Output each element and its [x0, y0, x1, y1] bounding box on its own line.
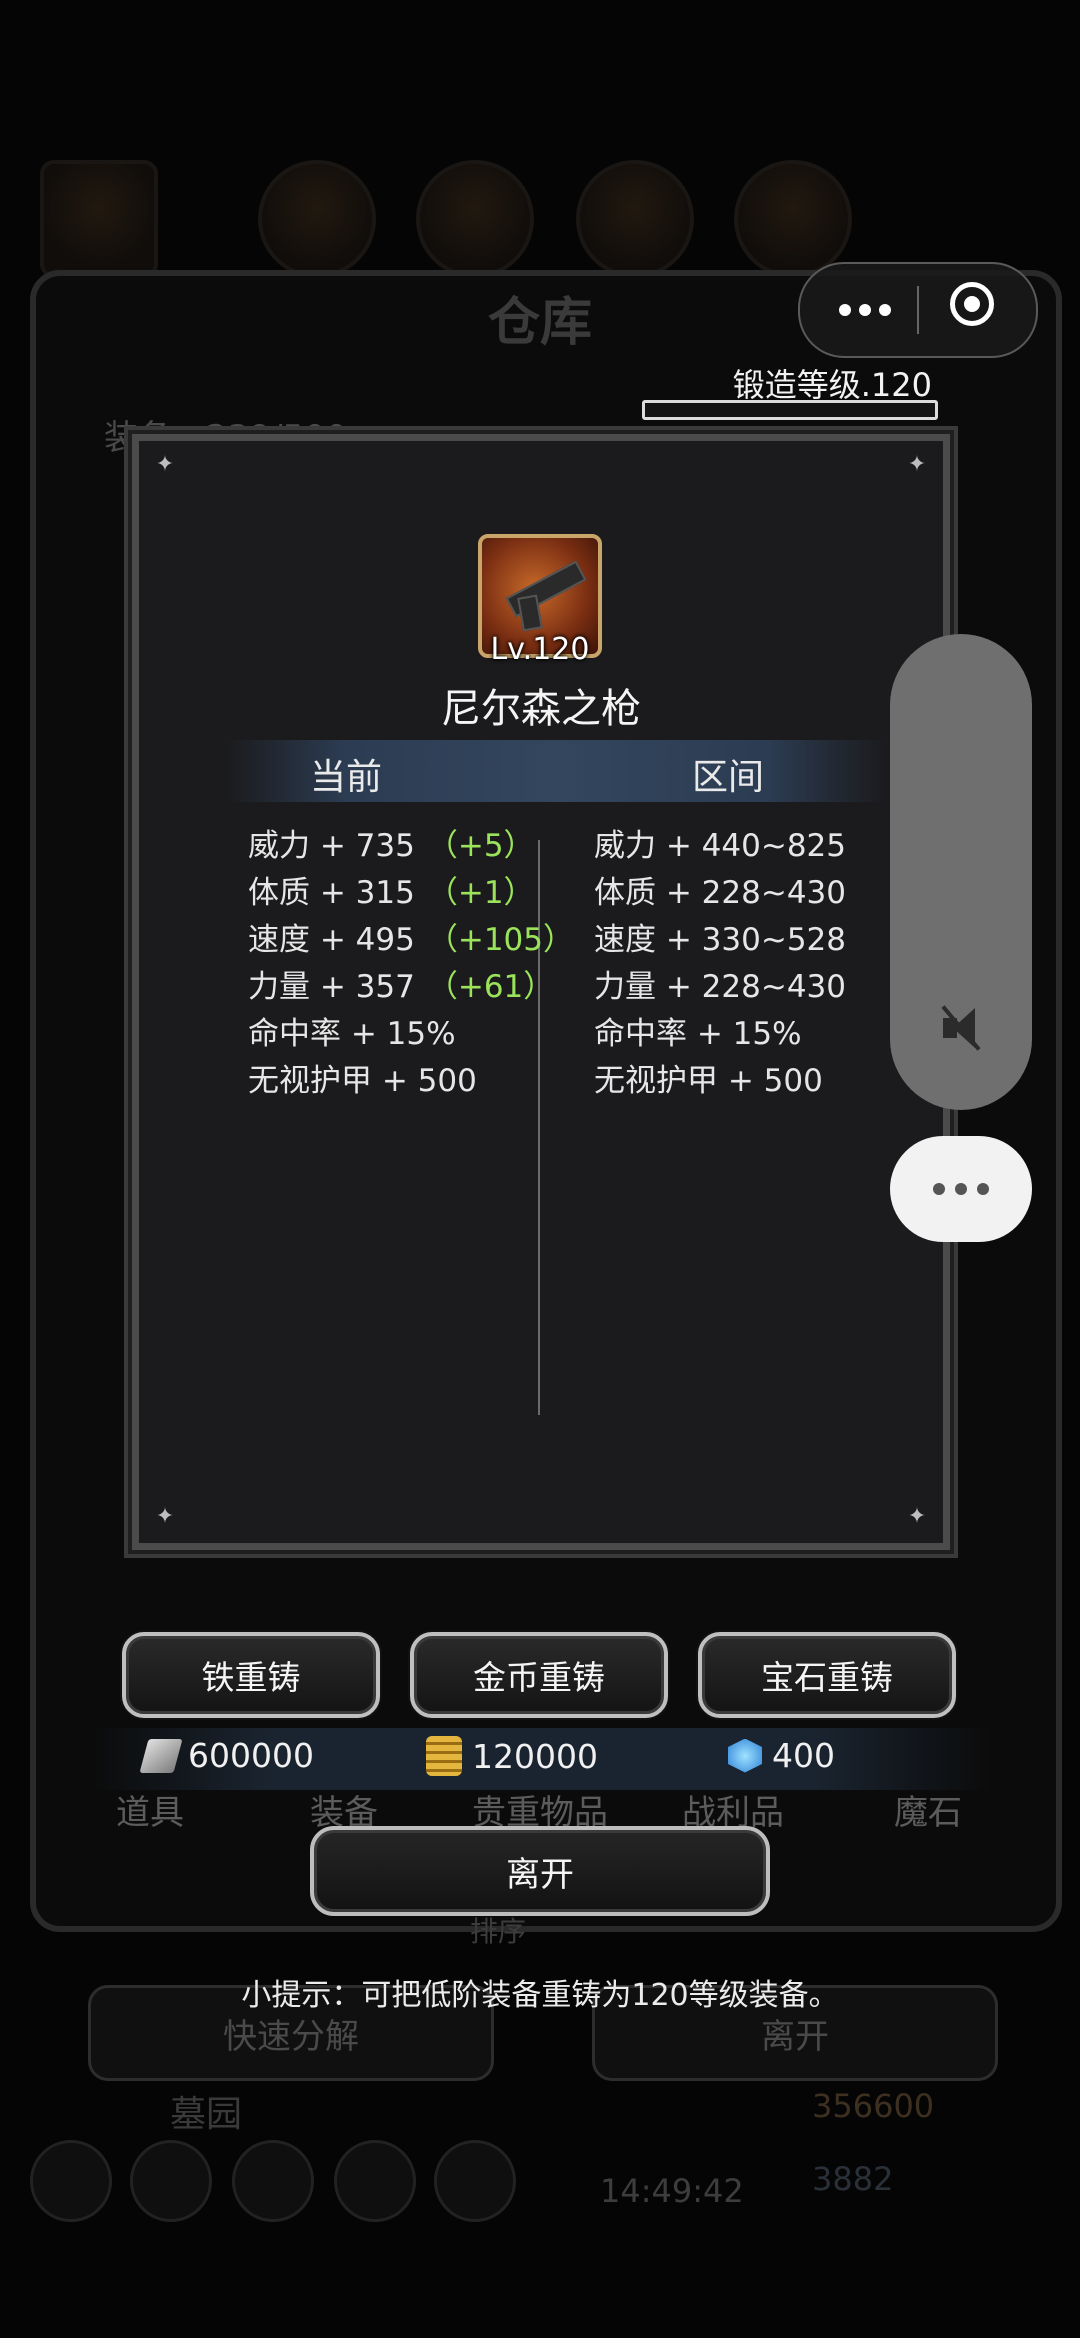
range-stat-row: 力量 + 228~430	[594, 969, 846, 1005]
item-name: 尼尔森之枪	[441, 686, 641, 732]
range-stat-row: 速度 + 330~528	[594, 922, 846, 958]
iron-currency: 600000	[139, 1736, 314, 1775]
bg-gem-count: 3882	[812, 2160, 894, 2198]
bg-nav-icon[interactable]	[130, 2140, 212, 2222]
sparkle-icon: ✦	[907, 452, 927, 477]
bg-avatar-icon	[40, 160, 158, 278]
gold-coin-icon	[426, 1736, 462, 1776]
sparkle-icon: ✦	[155, 1504, 175, 1529]
range-stat-row: 命中率 + 15%	[594, 1016, 802, 1052]
bg-tab-magic-stone[interactable]: 魔石	[894, 1785, 962, 1834]
bg-nav-icon[interactable]	[334, 2140, 416, 2222]
floating-sound-panel[interactable]	[890, 634, 1032, 1110]
bg-gold-count: 356600	[812, 2087, 935, 2125]
bg-graveyard-label: 墓园	[170, 2094, 243, 2135]
capsule-divider	[917, 286, 919, 334]
mute-icon[interactable]	[937, 1004, 985, 1052]
stat-bonus: （+5）	[426, 828, 535, 864]
floating-more-button[interactable]	[890, 1136, 1032, 1242]
current-stat-row: 力量 + 357 （+61）	[248, 969, 555, 1005]
gold-reforge-button[interactable]: 金币重铸	[410, 1632, 668, 1718]
sparkle-icon: ✦	[155, 452, 175, 477]
bg-nav-icon[interactable]	[434, 2140, 516, 2222]
range-stat-row: 无视护甲 + 500	[594, 1063, 823, 1099]
sparkle-icon: ✦	[907, 1504, 927, 1529]
forge-level-bar	[642, 400, 938, 420]
stat-bonus: （+1）	[426, 875, 535, 911]
current-stat-row: 速度 + 495 （+105）	[248, 922, 575, 958]
bg-slot-icon	[416, 160, 534, 278]
current-stat-row: 威力 + 735 （+5）	[248, 828, 535, 864]
iron-reforge-button[interactable]: 铁重铸	[122, 1632, 380, 1718]
column-range-header: 区间	[691, 757, 764, 798]
leave-button[interactable]: 离开	[310, 1826, 770, 1916]
bg-clock: 14:49:42	[600, 2172, 744, 2210]
gem-reforge-button[interactable]: 宝石重铸	[698, 1632, 956, 1718]
bg-slot-icon	[258, 160, 376, 278]
current-stat-row: 体质 + 315 （+1）	[248, 875, 535, 911]
column-current-header: 当前	[309, 757, 382, 798]
bg-tab-items[interactable]: 道具	[116, 1785, 184, 1834]
target-ring-icon[interactable]	[950, 282, 994, 326]
iron-ingot-icon	[139, 1738, 183, 1773]
range-stat-row: 体质 + 228~430	[594, 875, 846, 911]
bg-nav-icon[interactable]	[30, 2140, 112, 2222]
bg-sort-button[interactable]: 排序	[470, 1910, 526, 1950]
current-stat-row: 命中率 + 15%	[248, 1016, 456, 1052]
current-stat-row: 无视护甲 + 500	[248, 1063, 477, 1099]
item-level: Lv.120	[490, 632, 590, 667]
range-stat-row: 威力 + 440~825	[594, 828, 846, 864]
gem-icon	[728, 1738, 762, 1773]
gold-currency: 120000	[426, 1736, 598, 1776]
stat-bonus: （+61）	[426, 969, 555, 1005]
more-dots-icon[interactable]	[830, 286, 900, 334]
miniprogram-capsule	[798, 262, 1038, 358]
hint-text: 小提示：可把低阶装备重铸为120等级装备。	[241, 1978, 839, 2013]
stat-bonus: （+105）	[426, 922, 575, 958]
gem-currency: 400	[728, 1736, 835, 1775]
bg-slot-icon	[576, 160, 694, 278]
bg-nav-icon[interactable]	[232, 2140, 314, 2222]
bg-slot-icon	[734, 160, 852, 278]
